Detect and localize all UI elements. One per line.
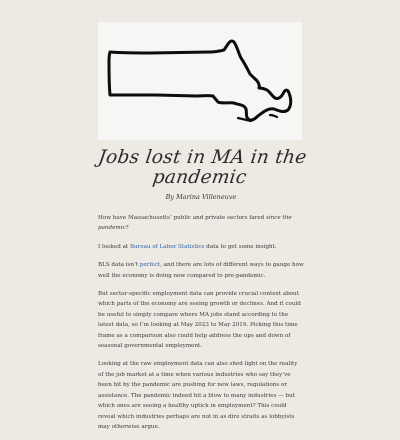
paragraph-intro-end: ? [125,225,129,232]
paragraph-sector: But sector-specific employment data can … [98,291,301,350]
page-title: Jobs lost in MA in the pandemic [89,147,313,188]
paragraph-bls-start: I looked at [98,243,130,250]
paragraph-perfect-start: BLS data isn’t [98,262,140,269]
massachusetts-map-icon [107,39,293,123]
bls-link[interactable]: Bureau of Labor Statistics [130,244,204,250]
paragraph-perfect: BLS data isn’t perfect, and there are lo… [98,260,304,281]
paragraph-bls: I looked at Bureau of Labor Statistics d… [98,242,304,252]
paragraph-bls-end: data to get some insight. [204,243,277,250]
paragraph-raw-data: Looking at the raw employment data can a… [98,361,298,430]
perfect-link[interactable]: perfect [140,262,160,268]
hero-image [98,22,302,140]
paragraph-intro: How have Massachusetts’ public and priva… [98,213,304,234]
title-line-2: pandemic [151,167,249,188]
article-body: How have Massachusetts’ public and priva… [98,213,304,432]
paragraph-intro-text: How have Massachusetts’ public and priva… [98,215,267,221]
byline: By Marina Villeneuve [165,193,237,201]
title-line-1: Jobs lost in MA in the [96,147,309,168]
article: Jobs lost in MA in the pandemic By Marin… [97,22,308,440]
